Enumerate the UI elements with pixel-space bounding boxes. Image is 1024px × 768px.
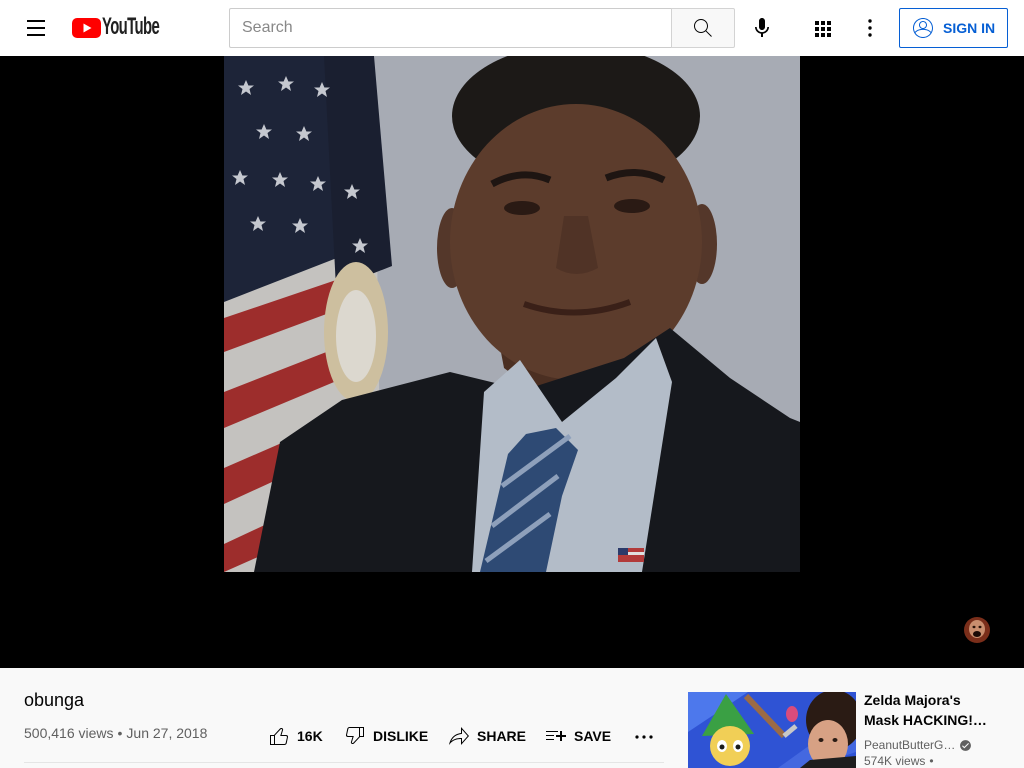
more-actions-button[interactable] (632, 725, 656, 749)
share-icon (449, 727, 469, 745)
youtube-play-icon (72, 18, 101, 38)
upload-date: Jun 27, 2018 (126, 725, 208, 741)
recommendation-meta: 574K views • (864, 754, 934, 768)
apps-grid-icon (815, 21, 831, 37)
more-vertical-icon (868, 19, 872, 37)
sign-in-button[interactable]: SIGN IN (899, 8, 1008, 48)
recommendation-item[interactable]: Zelda Majora's Mask HACKING!… PeanutButt… (688, 690, 1008, 768)
apps-button[interactable] (810, 16, 834, 40)
video-meta: 500,416 views • Jun 27, 2018 (24, 723, 207, 743)
more-horizontal-icon (635, 735, 653, 739)
channel-watermark[interactable] (964, 617, 990, 643)
meta-separator: • (117, 725, 123, 741)
sign-in-label: SIGN IN (943, 20, 996, 36)
dislike-button[interactable]: DISLIKE (343, 724, 428, 748)
recommendation-channel-name[interactable]: PeanutButterG… (864, 737, 955, 753)
view-count: 500,416 views (24, 725, 114, 741)
channel-watermark-icon (964, 617, 990, 643)
recommendation-thumbnail[interactable] (688, 692, 856, 768)
search-icon (694, 19, 712, 37)
recommendation-title[interactable]: Zelda Majora's Mask HACKING!… (864, 690, 996, 730)
playlist-add-icon (546, 731, 566, 741)
thumbs-up-icon (270, 728, 289, 745)
voice-search-button[interactable] (750, 16, 774, 40)
microphone-icon (755, 18, 769, 37)
menu-button[interactable] (24, 15, 48, 39)
save-label: SAVE (574, 728, 612, 744)
video-title: obunga (24, 690, 85, 710)
account-circle-icon (913, 18, 933, 38)
dislike-label: DISLIKE (373, 728, 429, 744)
share-button[interactable]: SHARE (447, 724, 526, 748)
youtube-logo[interactable]: YouTube (72, 13, 164, 40)
verified-check-icon (960, 739, 972, 751)
video-player[interactable] (0, 56, 1024, 668)
like-count: 16K (297, 728, 323, 744)
thumbs-down-icon (345, 727, 364, 744)
video-frame (224, 56, 800, 572)
hamburger-menu-icon (27, 20, 45, 36)
like-button[interactable]: 16K (267, 724, 323, 748)
settings-menu-button[interactable] (858, 16, 882, 40)
recommendation-view-count: 574K views (864, 754, 926, 768)
search-box (229, 8, 671, 48)
info-divider (24, 762, 664, 763)
masthead: YouTube SIGN IN (0, 0, 1024, 56)
thumbnail-image (688, 692, 856, 768)
search-input[interactable] (230, 9, 671, 47)
recommendation-meta-separator: • (929, 754, 934, 768)
logo-text: YouTube (102, 13, 160, 40)
search-button[interactable] (671, 8, 735, 48)
share-label: SHARE (477, 728, 527, 744)
recommendation-channel: PeanutButterG… (864, 737, 972, 753)
save-button[interactable]: SAVE (544, 724, 611, 748)
